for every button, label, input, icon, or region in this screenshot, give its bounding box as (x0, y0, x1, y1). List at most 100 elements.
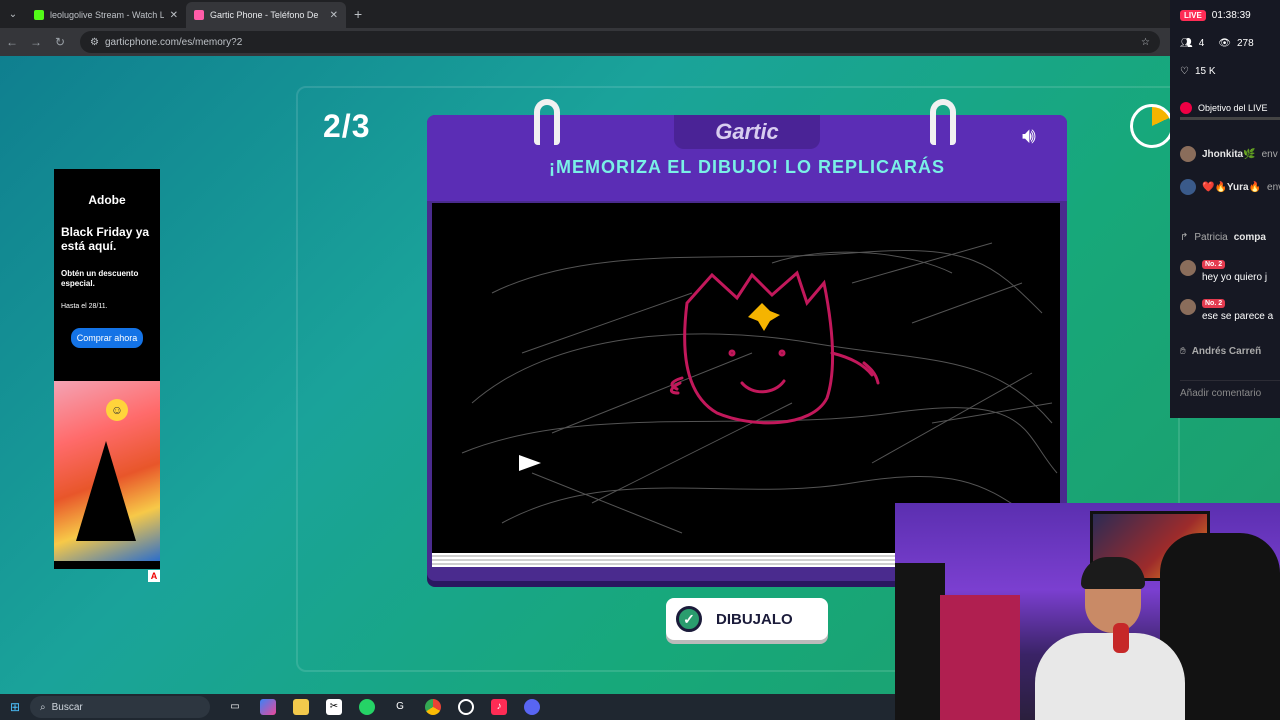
kick-favicon-icon (34, 10, 44, 20)
chrome-icon[interactable] (425, 699, 441, 715)
windows-start-icon[interactable]: ⊞ (0, 700, 30, 714)
binder-ring-left-icon (534, 99, 560, 145)
microphone-icon (1113, 623, 1129, 653)
rank-badge: No. 2 (1202, 299, 1226, 308)
chat-message: No. 2 hey yo quiero j (1180, 260, 1267, 283)
chat-user: ❤️🔥Yura🔥 (1202, 181, 1262, 193)
chat-user: Andrés Carreñ (1191, 346, 1262, 357)
file-explorer-icon[interactable] (293, 699, 309, 715)
adchoices-icon[interactable]: A (148, 570, 160, 582)
site-info-icon[interactable]: ⚙ (90, 37, 99, 48)
likes-row: ♡ 15 K (1180, 66, 1216, 77)
play-triangle-icon (519, 455, 541, 471)
tab-kick-stream[interactable]: leolugolive Stream - Watch Live ✕ (26, 2, 186, 28)
bookmark-star-icon[interactable]: ☆ (1141, 37, 1150, 48)
app-icon[interactable] (458, 699, 474, 715)
wave-hand-icon: ✋︎ (1180, 346, 1186, 357)
back-arrow-icon[interactable]: ← (0, 35, 24, 49)
chat-text: compa (1233, 232, 1266, 243)
capcut-icon[interactable]: ✂ (326, 699, 342, 715)
avatar (1180, 146, 1196, 162)
live-chat-overlay: LIVE 01:38:39 👥︎ 4 👁︎ 278 ♡ 15 K Objetiv… (1170, 0, 1280, 418)
app-icon[interactable] (524, 699, 540, 715)
instruction-text: ¡MEMORIZA EL DIBUJO! LO REPLICARÁS (548, 157, 945, 177)
adobe-ad-banner[interactable]: Adobe Black Friday ya está aquí. Obtén u… (54, 169, 160, 569)
forward-arrow-icon[interactable]: → (24, 35, 48, 49)
close-icon[interactable]: ✕ (170, 10, 178, 21)
speaker-icon[interactable]: 🔊︎ (1022, 123, 1036, 149)
tiktok-icon[interactable]: ♪ (491, 699, 507, 715)
card-header: Gartic ¡MEMORIZA EL DIBUJO! LO REPLICARÁ… (427, 99, 1067, 201)
round-timer-icon (1130, 104, 1174, 148)
draw-it-button[interactable]: ✓ DIBUJALO (666, 598, 828, 640)
adobe-logo-triangle-icon (76, 441, 136, 541)
ad-headline: Black Friday ya está aquí. (61, 225, 150, 253)
viewers-count: 4 (1198, 38, 1205, 49)
streamer (1035, 557, 1185, 720)
live-status-row: LIVE 01:38:39 (1180, 10, 1251, 21)
goal-label: Objetivo del LIVE (1198, 102, 1268, 113)
chat-share-event: ↱ Patricia compa (1180, 232, 1266, 243)
search-placeholder: Buscar (51, 701, 83, 713)
address-bar[interactable]: ⚙ garticphone.com/es/memory?2 ☆ (80, 31, 1160, 53)
views-count: 278 (1236, 38, 1254, 49)
live-badge: LIVE (1180, 10, 1206, 21)
task-view-icon[interactable]: ▭ (227, 699, 243, 715)
live-timer: 01:38:39 (1211, 10, 1251, 21)
new-tab-plus-icon[interactable]: + (346, 6, 362, 22)
chat-user: Patricia (1194, 232, 1228, 243)
rank-badge: No. 2 (1202, 260, 1226, 269)
chat-message: Jhonkita🌿 env (1180, 146, 1278, 162)
avatar (1180, 179, 1196, 195)
viewer-stats-row: 👥︎ 4 👁︎ 278 (1180, 38, 1254, 49)
tab-gartic-phone[interactable]: Gartic Phone - Teléfono De ✕ (186, 2, 346, 28)
windows-taskbar: ⊞ ⌕ Buscar ▭ ✂ G ♪ (0, 694, 895, 720)
whatsapp-icon[interactable] (359, 699, 375, 715)
shirt (1035, 633, 1185, 720)
eye-icon: 👁︎ (1218, 38, 1231, 49)
draw-it-label: DIBUJALO (716, 610, 793, 628)
drawing-canvas (432, 203, 1060, 553)
live-goal[interactable]: Objetivo del LIVE (1180, 98, 1280, 120)
chat-text: hey yo quiero j (1202, 272, 1268, 283)
chat-text: env (1261, 148, 1278, 160)
ad-date: Hasta el 28/11. (61, 303, 108, 310)
chat-body: No. 2 hey yo quiero j (1202, 260, 1267, 283)
tab-title: Gartic Phone - Teléfono De (210, 10, 319, 20)
chat-join-event: ✋︎ Andrés Carreñ (1180, 346, 1261, 357)
tab-title: leolugolive Stream - Watch Live (50, 10, 164, 20)
gartic-favicon-icon (194, 10, 204, 20)
copilot-icon[interactable] (260, 699, 276, 715)
pc-tower (895, 563, 945, 720)
gartic-logo: Gartic (674, 115, 820, 149)
avatar (1180, 299, 1196, 315)
chat-text: env (1267, 181, 1280, 193)
chat-message: ❤️🔥Yura🔥 env (1180, 179, 1280, 195)
reload-icon[interactable]: ↻ (48, 35, 72, 49)
smiley-icon: ☺ (106, 399, 128, 421)
heart-icon: ♡ (1180, 66, 1189, 77)
taskbar-search[interactable]: ⌕ Buscar (30, 696, 210, 718)
chat-body: No. 2 ese se parece a (1202, 299, 1273, 322)
ad-cta-button[interactable]: Comprar ahora (71, 328, 143, 348)
tab-list-chevron-icon[interactable]: ⌄ (0, 9, 26, 20)
comment-input[interactable]: Añadir comentario (1180, 380, 1280, 406)
ad-subtext: Obtén un descuento especial. (61, 269, 139, 288)
chat-text: ese se parece a (1202, 311, 1274, 322)
drawing-image (461, 242, 1058, 534)
close-icon[interactable]: ✕ (330, 10, 338, 21)
viewers-icon: 👥︎ (1180, 38, 1193, 49)
shelf (940, 595, 1020, 720)
url-text: garticphone.com/es/memory?2 (104, 36, 243, 48)
likes-count: 15 K (1194, 66, 1216, 77)
search-icon: ⌕ (40, 701, 46, 713)
ad-artwork: ☺ (54, 381, 160, 561)
binder-ring-right-icon (930, 99, 956, 145)
round-counter: 2/3 (323, 108, 371, 144)
checkmark-icon: ✓ (676, 606, 702, 632)
app-icon[interactable]: G (392, 699, 408, 715)
avatar (1180, 260, 1196, 276)
browser-nav-bar: ← → ↻ ⚙ garticphone.com/es/memory?2 ☆ (0, 28, 1280, 56)
goal-icon (1180, 101, 1192, 114)
share-icon: ↱ (1180, 232, 1189, 243)
